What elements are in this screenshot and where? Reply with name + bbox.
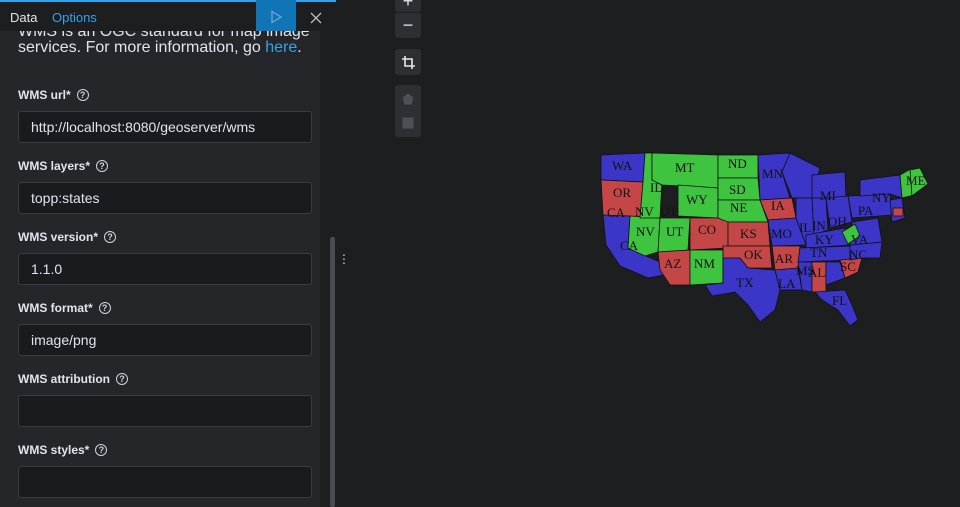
label-nv: NV bbox=[636, 224, 655, 239]
close-icon bbox=[310, 12, 322, 24]
map-view[interactable]: + − WA OR CA CA NV NV ID MT WY UT UT AZ … bbox=[352, 0, 960, 507]
label-mo: MO bbox=[771, 226, 792, 241]
label-ar: AR bbox=[775, 251, 793, 266]
label-ut-north: UT bbox=[660, 204, 677, 219]
label-fl: FL bbox=[832, 293, 847, 308]
wms-styles-input[interactable] bbox=[18, 466, 312, 498]
label-la: LA bbox=[778, 276, 796, 291]
help-icon[interactable]: ? bbox=[76, 89, 89, 101]
label-nm: NM bbox=[694, 256, 715, 271]
help-icon[interactable]: ? bbox=[104, 231, 117, 243]
label-ut: UT bbox=[666, 224, 683, 239]
label-ks: KS bbox=[740, 226, 757, 241]
wms-url-input[interactable] bbox=[18, 111, 312, 143]
label-wy: WY bbox=[686, 192, 708, 207]
wms-styles-label: WMS styles*? bbox=[18, 443, 108, 457]
help-icon[interactable]: ? bbox=[115, 373, 128, 385]
scrollbar-thumb[interactable] bbox=[330, 237, 335, 507]
label-id: ID bbox=[650, 180, 664, 195]
label-co: CO bbox=[698, 222, 716, 237]
label-nc: NC bbox=[849, 247, 867, 262]
label-ia: IA bbox=[771, 198, 785, 213]
drag-handle-icon[interactable]: · · · bbox=[340, 247, 348, 269]
wms-version-label: WMS version*? bbox=[18, 230, 117, 244]
label-pa: PA bbox=[858, 203, 874, 218]
label-ne: NE bbox=[730, 200, 747, 215]
help-icon[interactable]: ? bbox=[96, 160, 109, 172]
wms-layers-input[interactable] bbox=[18, 182, 312, 214]
editor-panel: Data Options WMS is an OGC standard for … bbox=[0, 0, 336, 507]
label-in: IN bbox=[812, 218, 826, 233]
state-ct bbox=[892, 207, 904, 217]
options-form: WMS is an OGC standard for map image ser… bbox=[0, 31, 320, 507]
label-sd: SD bbox=[729, 182, 746, 197]
close-button[interactable] bbox=[300, 4, 332, 32]
label-mi: MI bbox=[820, 188, 836, 203]
label-az: AZ bbox=[664, 256, 681, 271]
label-me: ME bbox=[906, 173, 926, 188]
label-il: IL bbox=[799, 220, 811, 235]
help-icon[interactable]: ? bbox=[95, 444, 108, 456]
label-or: OR bbox=[613, 185, 631, 200]
label-ok: OK bbox=[744, 247, 763, 262]
wms-url-label: WMS url*? bbox=[18, 88, 89, 102]
label-ny: NY bbox=[872, 190, 891, 205]
us-states-map: WA OR CA CA NV NV ID MT WY UT UT AZ CO N… bbox=[600, 152, 929, 327]
wms-version-input[interactable] bbox=[18, 253, 312, 285]
label-ca-north: CA bbox=[607, 205, 626, 220]
label-oh: OH bbox=[828, 214, 847, 229]
label-ca: CA bbox=[620, 238, 639, 253]
play-icon bbox=[271, 9, 283, 24]
wms-attribution-input[interactable] bbox=[18, 395, 312, 427]
tab-bar: Data Options bbox=[0, 0, 336, 33]
tab-data[interactable]: Data bbox=[10, 10, 37, 25]
wms-format-input[interactable] bbox=[18, 324, 312, 356]
label-mn: MN bbox=[762, 166, 784, 181]
label-tx: TX bbox=[736, 275, 754, 290]
label-nd: ND bbox=[728, 156, 747, 171]
label-nv-north: NV bbox=[635, 204, 654, 219]
more-info-link[interactable]: here bbox=[265, 39, 297, 56]
label-va: VA bbox=[851, 232, 869, 247]
label-tn: TN bbox=[810, 245, 828, 260]
wms-format-label: WMS format*? bbox=[18, 301, 111, 315]
label-wa: WA bbox=[612, 158, 633, 173]
tab-options[interactable]: Options bbox=[52, 10, 97, 25]
wms-layers-label: WMS layers*? bbox=[18, 159, 109, 173]
help-icon[interactable]: ? bbox=[98, 302, 111, 314]
label-al: AL bbox=[808, 265, 825, 280]
run-button[interactable] bbox=[256, 0, 296, 33]
wms-attribution-label: WMS attribution? bbox=[18, 372, 128, 386]
intro-text: WMS is an OGC standard for map image ser… bbox=[18, 31, 310, 56]
label-mt: MT bbox=[675, 160, 695, 175]
